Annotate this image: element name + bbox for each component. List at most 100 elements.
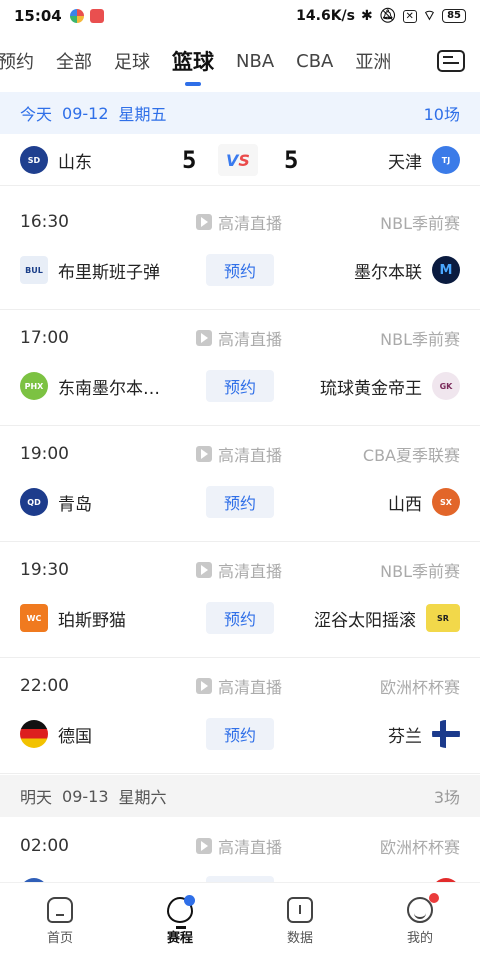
date-weekday: 星期五 [118, 105, 167, 124]
status-right: 14.6K/s ✱ 🔕︎ ✕ ⌔ 85 [296, 7, 466, 25]
play-icon [196, 214, 212, 230]
tabs-fade [384, 32, 424, 90]
match-card[interactable]: 22:00 高清直播 欧洲杯杯赛 德国 预约 芬兰 [0, 658, 480, 774]
match-time: 16:30 [20, 212, 69, 232]
league-name: CBA夏季联赛 [362, 446, 460, 465]
play-icon [196, 446, 212, 462]
tab-nba[interactable]: NBA [236, 51, 274, 72]
tab-cba[interactable]: CBA [296, 51, 333, 72]
live-stream-link[interactable]: 高清直播 [196, 210, 282, 234]
live-label: 高清直播 [218, 678, 283, 697]
away-team-name: 天津 [388, 152, 422, 173]
category-menu-button[interactable] [432, 44, 470, 78]
book-button[interactable]: 预约 [206, 602, 274, 634]
shandong-logo-icon: SD [20, 146, 48, 174]
date-header-today: 今天 09-12 星期五 10场 [0, 92, 480, 134]
home-team-name: 珀斯野猫 [58, 610, 126, 631]
match-time: 17:00 [20, 328, 69, 348]
se-melbourne-phoenix-logo-icon: PHX [20, 372, 48, 400]
vs-badge: VS [218, 144, 258, 176]
book-button[interactable]: 预约 [206, 254, 274, 286]
book-button[interactable]: 预约 [206, 718, 274, 750]
sim-off-icon: ✕ [402, 9, 417, 23]
nav-data[interactable]: 数据 [240, 883, 360, 960]
away-team-name: 芬兰 [388, 726, 422, 747]
date-date: 09-13 [62, 786, 109, 806]
play-icon [196, 838, 212, 854]
app-notification-icon [69, 9, 84, 23]
tianjin-logo-icon: TJ [432, 146, 460, 174]
live-stream-link[interactable]: 高清直播 [196, 326, 282, 350]
home-team-name: 东南墨尔本… [58, 378, 160, 399]
league-name: 欧洲杯杯赛 [379, 678, 460, 697]
finland-flag-icon [432, 720, 460, 748]
live-label: 高清直播 [218, 330, 283, 349]
nav-label: 赛程 [166, 931, 193, 946]
date-weekday: 星期六 [118, 788, 167, 807]
tab-football[interactable]: 足球 [114, 48, 150, 74]
live-stream-link[interactable]: 高清直播 [196, 674, 282, 698]
play-icon [196, 678, 212, 694]
home-team-name: 布里斯班子弹 [58, 262, 160, 283]
league-name: 欧洲杯杯赛 [379, 838, 460, 857]
menu-icon [437, 50, 465, 72]
play-icon [196, 330, 212, 346]
match-card[interactable]: 19:00 高清直播 CBA夏季联赛 QD 青岛 预约 山西 SX [0, 426, 480, 542]
bluetooth-icon: ✱ [361, 8, 373, 24]
match-time: 02:00 [20, 836, 69, 856]
live-label: 高清直播 [218, 838, 283, 857]
shanxi-logo-icon: SX [432, 488, 460, 516]
match-time: 19:00 [20, 444, 69, 464]
home-team-name: 德国 [58, 726, 92, 747]
date-day: 明天 [20, 788, 53, 807]
away-score: 5 [284, 146, 299, 174]
home-icon [47, 897, 73, 923]
live-stream-link[interactable]: 高清直播 [196, 442, 282, 466]
notification-dot-icon [429, 893, 439, 903]
away-team-name: 琉球黄金帝王 [320, 378, 422, 399]
nav-profile[interactable]: 我的 [360, 883, 480, 960]
live-label: 高清直播 [218, 562, 283, 581]
network-speed: 14.6K/s [296, 8, 355, 24]
nav-label: 我的 [406, 931, 433, 946]
match-count: 10场 [423, 105, 460, 124]
data-icon [287, 897, 313, 923]
book-button[interactable]: 预约 [206, 486, 274, 518]
vs-v: V [226, 150, 239, 170]
nav-label: 首页 [46, 931, 73, 946]
app-notification-icon-2 [89, 9, 104, 23]
profile-icon [407, 893, 439, 923]
mute-bell-icon: 🔕︎ [378, 8, 397, 24]
qingdao-logo-icon: QD [20, 488, 48, 516]
tab-all[interactable]: 全部 [56, 48, 92, 74]
nav-home[interactable]: 首页 [0, 883, 120, 960]
live-stream-link[interactable]: 高清直播 [196, 834, 282, 858]
match-count: 3场 [433, 788, 460, 807]
status-time: 15:04 [14, 7, 62, 25]
melbourne-united-logo-icon: M [432, 256, 460, 284]
live-label: 高清直播 [218, 446, 283, 465]
sunrockers-logo-icon: SR [426, 604, 460, 632]
vs-s: S [238, 150, 250, 170]
match-time: 22:00 [20, 676, 69, 696]
wifi-icon: ⌔ [422, 8, 437, 24]
active-dot-icon [184, 895, 195, 906]
nav-schedule[interactable]: 赛程 [120, 883, 240, 960]
ryukyu-golden-kings-logo-icon: GK [432, 372, 460, 400]
live-match-row[interactable]: SD 山东 5 VS 5 天津 TJ [0, 134, 480, 186]
away-team-name: 山西 [388, 494, 422, 515]
book-button[interactable]: 预约 [206, 370, 274, 402]
tab-basketball[interactable]: 篮球 [172, 46, 214, 86]
away-team-name: 涩谷太阳摇滚 [314, 610, 416, 631]
home-team-name: 青岛 [58, 494, 92, 515]
battery-icon: 85 [442, 9, 466, 23]
match-card[interactable]: 17:00 高清直播 NBL季前赛 PHX 东南墨尔本… 预约 琉球黄金帝王 G… [0, 310, 480, 426]
live-stream-link[interactable]: 高清直播 [196, 558, 282, 582]
date-header-tomorrow: 明天 09-13 星期六 3场 [0, 775, 480, 817]
match-card[interactable]: 16:30 高清直播 NBL季前赛 BUL 布里斯班子弹 预约 墨尔本联 M [0, 194, 480, 310]
match-time: 19:30 [20, 560, 69, 580]
tab-reservation[interactable]: 预约 [0, 48, 34, 74]
match-card[interactable]: 19:30 高清直播 NBL季前赛 WC 珀斯野猫 预约 涩谷太阳摇滚 SR [0, 542, 480, 658]
league-name: NBL季前赛 [380, 214, 460, 233]
match-card[interactable]: 02:00 高清直播 欧洲杯杯赛 [0, 818, 480, 882]
